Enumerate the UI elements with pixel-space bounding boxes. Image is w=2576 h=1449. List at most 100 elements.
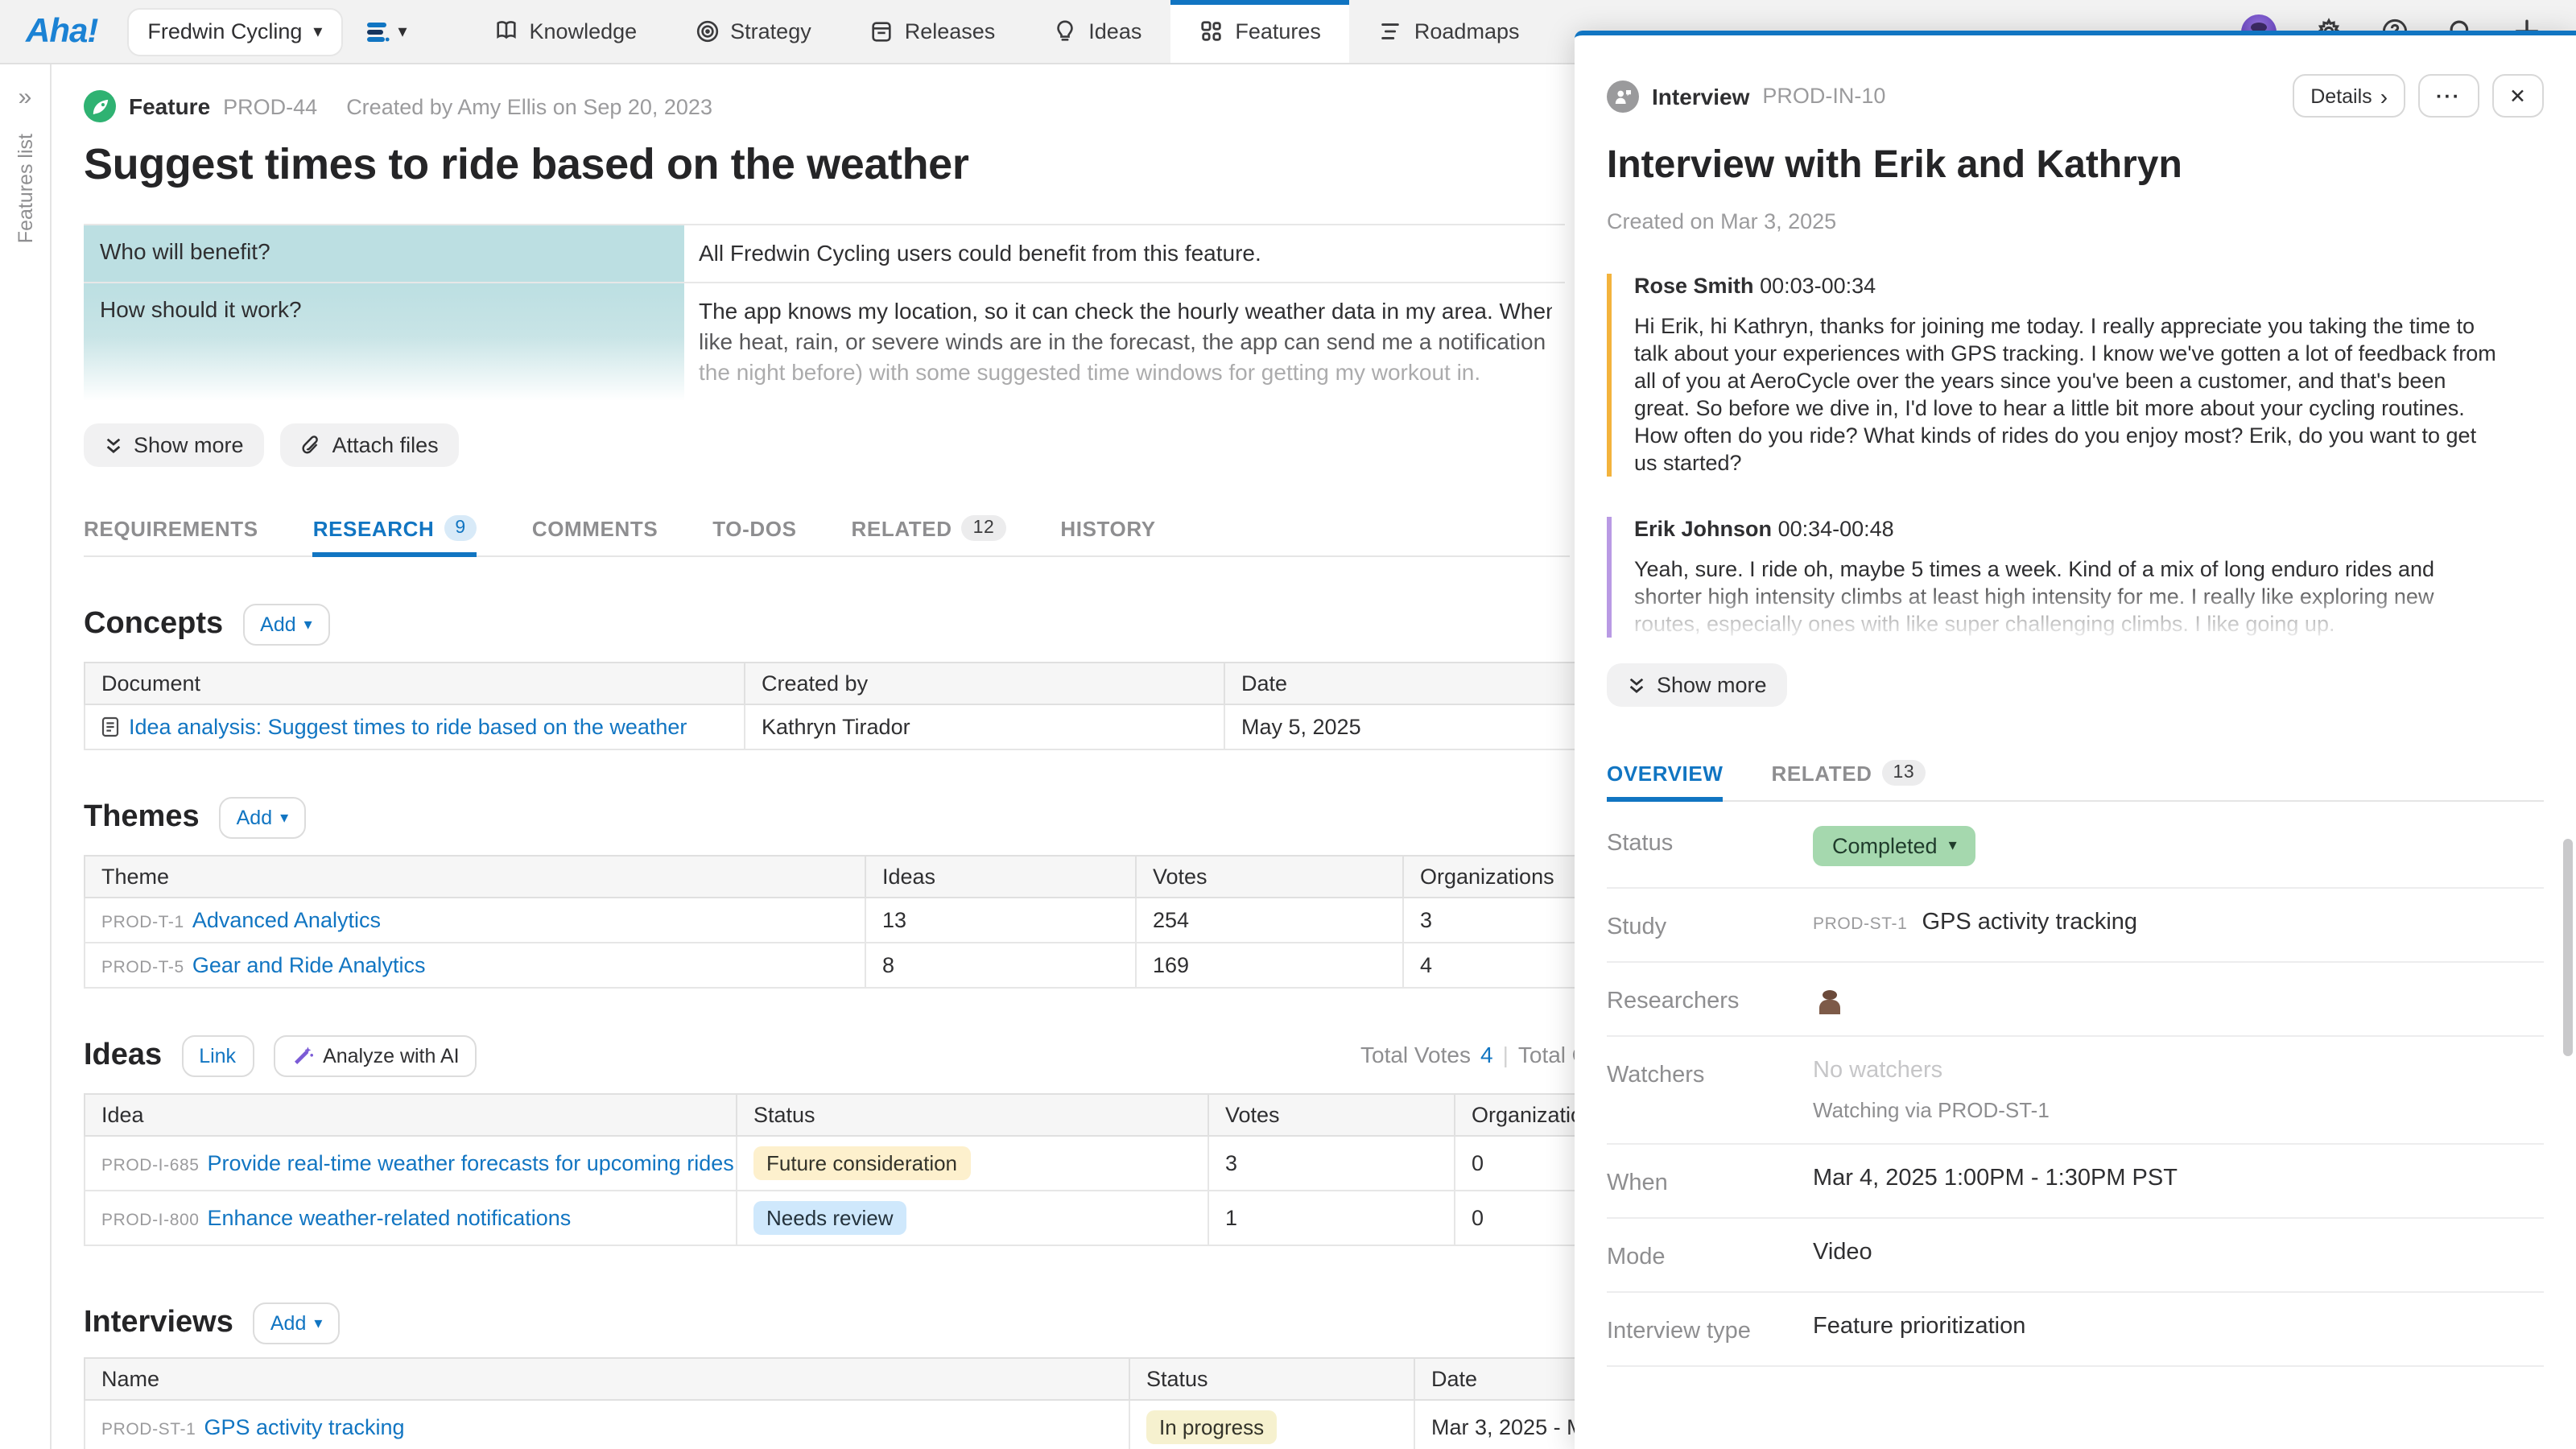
- idea-link[interactable]: Provide real-time weather forecasts for …: [208, 1151, 734, 1175]
- field-label: Mode: [1607, 1240, 1813, 1270]
- ideas-cell: 8: [865, 943, 1136, 988]
- drawer-created-text: Created on Mar 3, 2025: [1607, 209, 2544, 233]
- attach-files-button[interactable]: Attach files: [281, 423, 460, 467]
- tab-todos[interactable]: TO-DOS: [712, 506, 796, 555]
- add-label: Add: [237, 807, 273, 829]
- tab-research[interactable]: RESEARCH 9: [313, 506, 477, 555]
- feature-created-text: Created by Amy Ellis on Sep 20, 2023: [346, 94, 712, 118]
- nav-item-roadmaps[interactable]: Roadmaps: [1350, 0, 1549, 63]
- nav-item-label: Releases: [905, 19, 996, 43]
- concepts-add-button[interactable]: Add▾: [242, 604, 330, 646]
- status-badge: Future consideration: [753, 1146, 970, 1180]
- field-row-when: When Mar 4, 2025 1:00PM - 1:30PM PST: [1607, 1145, 2544, 1219]
- tab-history[interactable]: HISTORY: [1060, 506, 1155, 555]
- nav-item-knowledge[interactable]: Knowledge: [465, 0, 667, 63]
- answer-line: The app knows my location, so it can che…: [699, 296, 1552, 327]
- tab-related[interactable]: RELATED12: [852, 506, 1006, 555]
- ideas-link-button[interactable]: Link: [181, 1035, 254, 1077]
- tab-count-badge: 9: [444, 515, 477, 541]
- double-chevron-right-icon: »: [19, 84, 32, 111]
- total-votes-label: Total Votes: [1360, 1042, 1471, 1067]
- concept-link[interactable]: Idea analysis: Suggest times to ride bas…: [129, 715, 687, 739]
- nav-item-strategy[interactable]: Strategy: [666, 0, 840, 63]
- expand-rail-button[interactable]: »: [0, 84, 50, 111]
- field-value: No watchers Watching via PROD-ST-1: [1813, 1058, 2050, 1122]
- field-value: PROD-ST-1 GPS activity tracking: [1813, 910, 2137, 935]
- calendar-icon: [869, 19, 894, 43]
- theme-link[interactable]: Gear and Ride Analytics: [192, 953, 426, 977]
- field-row-interview-type: Interview type Feature prioritization: [1607, 1293, 2544, 1367]
- field-row-researchers: Researchers: [1607, 963, 2544, 1037]
- nav-item-label: Ideas: [1088, 19, 1141, 43]
- interview-type-icon: [1607, 80, 1639, 112]
- field-label: When: [1607, 1166, 1813, 1196]
- nav-item-releases[interactable]: Releases: [840, 0, 1025, 63]
- tab-requirements[interactable]: REQUIREMENTS: [84, 506, 258, 555]
- column-header: Votes: [1208, 1094, 1455, 1136]
- drawer-tabs: OVERVIEW RELATED13: [1607, 750, 2544, 802]
- status-badge: In progress: [1146, 1410, 1277, 1444]
- tab-count-badge: 13: [1882, 760, 1926, 786]
- table-header-row: Idea Status Votes Organization: [85, 1094, 1630, 1136]
- details-button[interactable]: Details›: [2293, 74, 2405, 118]
- status-cell: Needs review: [737, 1191, 1208, 1245]
- table-row: PROD-I-685Provide real-time weather fore…: [85, 1136, 1630, 1191]
- tab-label: RESEARCH: [313, 516, 435, 540]
- themes-add-button[interactable]: Add▾: [219, 797, 307, 839]
- double-chevron-down-icon: [1628, 675, 1645, 695]
- votes-cell: 1: [1208, 1191, 1455, 1245]
- column-header: Status: [1129, 1358, 1414, 1400]
- workspace-selector[interactable]: Fredwin Cycling ▾: [126, 7, 343, 56]
- status-cell: Future consideration: [737, 1136, 1208, 1191]
- nav-item-label: Strategy: [730, 19, 811, 43]
- theme-link[interactable]: Advanced Analytics: [192, 908, 381, 932]
- tab-overview[interactable]: OVERVIEW: [1607, 750, 1723, 800]
- total-votes-value[interactable]: 4: [1480, 1042, 1493, 1067]
- status-dropdown[interactable]: Completed ▾: [1813, 826, 1976, 866]
- nav-item-features[interactable]: Features: [1170, 0, 1350, 63]
- roadmap-bars-icon: [1379, 19, 1403, 43]
- status-cell: In progress: [1129, 1400, 1414, 1449]
- close-drawer-button[interactable]: ✕: [2491, 74, 2544, 118]
- drawer-header: Interview PROD-IN-10 Details› ··· ✕: [1607, 74, 2544, 118]
- analyze-label: Analyze with AI: [323, 1045, 460, 1067]
- transcript-quote: Rose Smith 00:03-00:34 Hi Erik, hi Kathr…: [1607, 274, 2544, 477]
- quote-text: Hi Erik, hi Kathryn, thanks for joining …: [1634, 312, 2504, 477]
- description-answer: All Fredwin Cycling users could benefit …: [684, 225, 1565, 282]
- feature-type-label: Feature: [129, 93, 210, 119]
- drawer-actions: Details› ··· ✕: [2293, 74, 2544, 118]
- magic-wand-icon: [291, 1045, 313, 1067]
- more-options-button[interactable]: ···: [2418, 74, 2479, 118]
- record-id: PROD-ST-1: [1813, 914, 1907, 934]
- add-label: Add: [260, 613, 296, 636]
- field-row-watchers: Watchers No watchers Watching via PROD-S…: [1607, 1037, 2544, 1145]
- concepts-table: Document Created by Date Idea analysis: …: [84, 662, 1631, 750]
- drawer-show-more-button[interactable]: Show more: [1607, 663, 1788, 707]
- tab-count-badge: 12: [962, 515, 1006, 541]
- interviews-add-button[interactable]: Add▾: [253, 1302, 341, 1344]
- rail-label[interactable]: Features list: [14, 134, 36, 243]
- idea-link[interactable]: Enhance weather-related notifications: [208, 1206, 572, 1230]
- analyze-with-ai-button[interactable]: Analyze with AI: [273, 1035, 477, 1077]
- aha-logo[interactable]: Aha!: [26, 12, 97, 51]
- field-label: Watchers: [1607, 1058, 1813, 1088]
- tab-comments[interactable]: COMMENTS: [532, 506, 658, 555]
- tab-label: REQUIREMENTS: [84, 516, 258, 540]
- drawer-scrollbar[interactable]: [2563, 839, 2573, 1056]
- table-row: Idea analysis: Suggest times to ride bas…: [85, 704, 1630, 749]
- feature-tabs: REQUIREMENTS RESEARCH 9 COMMENTS TO-DOS R…: [84, 506, 1570, 557]
- field-row-status: Status Completed ▾: [1607, 805, 2544, 889]
- show-more-button[interactable]: Show more: [84, 423, 265, 467]
- tab-related[interactable]: RELATED13: [1771, 750, 1926, 800]
- theme-cell: PROD-T-5Gear and Ride Analytics: [85, 943, 865, 988]
- nav-item-ideas[interactable]: Ideas: [1024, 0, 1170, 63]
- field-value: Video: [1813, 1240, 1872, 1265]
- study-link[interactable]: GPS activity tracking: [204, 1415, 404, 1439]
- table-header-row: Name Status Date: [85, 1358, 1630, 1400]
- quote-text: Yeah, sure. I ride oh, maybe 5 times a w…: [1634, 555, 2504, 638]
- watchers-empty-text[interactable]: No watchers: [1813, 1058, 2050, 1084]
- field-row-study: Study PROD-ST-1 GPS activity tracking: [1607, 889, 2544, 963]
- workspace-list-menu[interactable]: ▾: [365, 20, 407, 43]
- study-name[interactable]: GPS activity tracking: [1922, 910, 2138, 935]
- section-title: Interviews: [84, 1306, 233, 1341]
